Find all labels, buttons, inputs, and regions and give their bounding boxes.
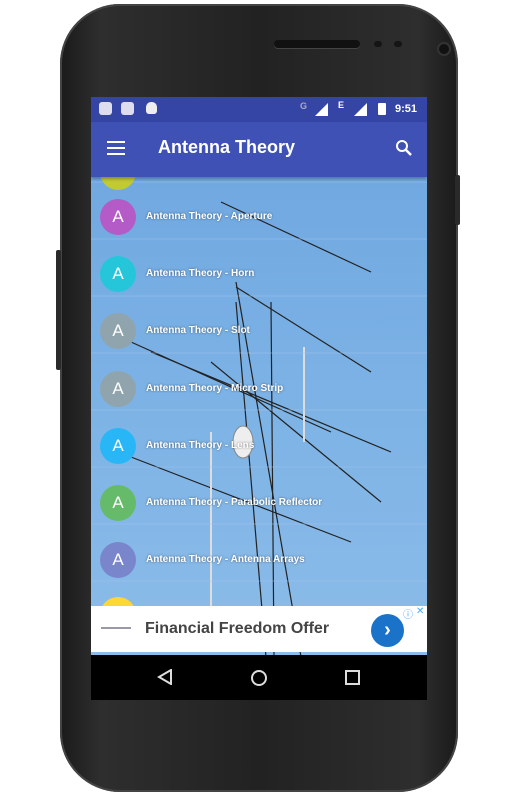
app-bar: Antenna Theory: [91, 122, 427, 177]
ad-info-icon[interactable]: ⓘ: [403, 606, 413, 621]
navigation-bar: [91, 655, 427, 700]
search-icon[interactable]: [395, 139, 413, 157]
sensor: [394, 41, 402, 47]
avatar: A: [100, 427, 136, 464]
battery-icon: [378, 103, 386, 115]
power-button: [455, 175, 460, 225]
avatar: A: [100, 199, 136, 235]
screen: G E 9:51 Antenna Theory A Antenna Theory …: [91, 97, 427, 700]
avatar: A: [100, 485, 136, 521]
home-icon[interactable]: [250, 669, 268, 687]
ad-arrow-button[interactable]: ›: [371, 614, 404, 647]
list-item[interactable]: A Antenna Theory - Slot: [91, 303, 427, 360]
volume-button: [56, 250, 61, 370]
notification-icon: [121, 102, 134, 115]
list-item-label: Antenna Theory - Lens: [146, 439, 255, 451]
hamburger-menu-icon[interactable]: [107, 141, 125, 155]
network-type: E: [338, 100, 345, 110]
clock: 9:51: [395, 103, 418, 115]
ad-text[interactable]: Financial Freedom Offer: [145, 620, 329, 638]
list-item[interactable]: A Antenna Theory - Antenna Arrays: [91, 532, 427, 589]
list-item[interactable]: A Antenna Theory - Horn: [91, 246, 427, 303]
list-item-label: Antenna Theory - Micro Strip: [146, 382, 284, 394]
front-camera: [437, 42, 451, 56]
list-item-label: Antenna Theory - Slot: [146, 325, 250, 337]
ad-close-icon[interactable]: ✕: [416, 606, 424, 617]
page-title: Antenna Theory: [158, 137, 296, 157]
notification-icon: [99, 102, 112, 115]
list-item[interactable]: A Antenna Theory - Lens: [91, 418, 427, 475]
network-type: G: [300, 101, 308, 111]
back-icon[interactable]: [157, 669, 173, 685]
list-item[interactable]: A Antenna Theory - Parabolic Reflector: [91, 475, 427, 532]
avatar: A: [100, 256, 136, 293]
ad-logo: [101, 627, 131, 629]
ad-banner[interactable]: Financial Freedom Offer › ⓘ ✕: [91, 606, 427, 652]
sensor: [374, 41, 382, 47]
avatar: A: [100, 542, 136, 579]
list-item-label: Antenna Theory - Aperture: [146, 211, 273, 222]
signal-icon: [315, 103, 328, 116]
avatar: A: [100, 370, 136, 407]
recents-icon[interactable]: [345, 670, 360, 685]
list-item-label: Antenna Theory - Antenna Arrays: [146, 554, 305, 566]
list-item-label: Antenna Theory - Horn: [146, 268, 255, 280]
list-item-label: Antenna Theory - Parabolic Reflector: [146, 497, 323, 508]
speaker-grille: [274, 40, 360, 48]
list-item[interactable]: A Antenna Theory - Micro Strip: [91, 361, 427, 418]
status-bar: G E 9:51: [91, 97, 427, 122]
signal-icon: [354, 103, 367, 116]
avatar: A: [100, 313, 136, 350]
android-icon: [146, 102, 157, 114]
list-item[interactable]: A Antenna Theory - Aperture: [91, 189, 427, 246]
